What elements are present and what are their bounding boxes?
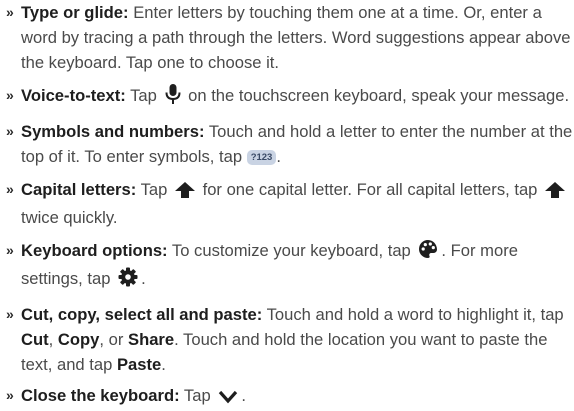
item-text: . <box>141 269 146 288</box>
list-item: » Capital letters: Tap for one capital l… <box>6 177 573 230</box>
item-text: Tap <box>130 86 157 105</box>
microphone-icon <box>165 84 181 111</box>
list-item: » Cut, copy, select all and paste: Touch… <box>6 302 573 377</box>
item-term: Close the keyboard: <box>21 386 180 405</box>
bullet: » <box>6 242 14 258</box>
bullet: » <box>6 306 14 322</box>
item-term: Capital letters: <box>21 180 137 199</box>
item-term: Keyboard options: <box>21 241 168 260</box>
bullet: » <box>6 123 14 139</box>
chevron-down-icon <box>218 386 238 411</box>
gear-icon <box>118 267 138 294</box>
item-text: Touch and hold a word to highlight it, t… <box>266 305 564 324</box>
share-label: Share <box>128 330 175 349</box>
shift-arrow-icon <box>174 180 195 205</box>
bullet: » <box>6 387 14 403</box>
item-text: for one capital letter. For all capital … <box>202 180 538 199</box>
bullet: » <box>6 181 14 197</box>
copy-label: Copy <box>57 330 100 349</box>
list-item: » Close the keyboard: Tap . <box>6 383 573 411</box>
list-item: » Keyboard options: To customize your ke… <box>6 238 573 294</box>
symbols-key-badge: ?123 <box>246 150 277 165</box>
paste-label: Paste <box>116 355 162 374</box>
item-term: Type or glide: <box>21 3 129 22</box>
item-text: To customize your keyboard, tap <box>171 241 411 260</box>
cut-label: Cut <box>21 330 49 349</box>
item-text: . <box>276 147 281 166</box>
item-text: . <box>241 386 246 405</box>
item-text: . <box>161 355 166 374</box>
item-text: Tap <box>183 386 211 405</box>
item-term: Cut, copy, select all and paste: <box>21 305 263 324</box>
list-item: » Symbols and numbers: Touch and hold a … <box>6 119 573 169</box>
bullet: » <box>6 4 14 20</box>
item-text: , <box>48 330 54 349</box>
item-term: Symbols and numbers: <box>21 122 205 141</box>
item-text: twice quickly. <box>21 208 118 227</box>
item-text: , or <box>99 330 124 349</box>
list-item: » Type or glide: Enter letters by touchi… <box>6 0 573 75</box>
palette-icon <box>418 239 438 266</box>
item-text: on the touchscreen keyboard, speak your … <box>188 86 570 105</box>
shift-arrow-icon <box>545 180 566 205</box>
item-term: Voice-to-text: <box>21 86 126 105</box>
list-item: » Voice-to-text: Tap on the touchscreen … <box>6 83 573 111</box>
item-text: Tap <box>140 180 168 199</box>
bullet: » <box>6 87 14 103</box>
keyboard-tips-list: » Type or glide: Enter letters by touchi… <box>0 0 574 411</box>
